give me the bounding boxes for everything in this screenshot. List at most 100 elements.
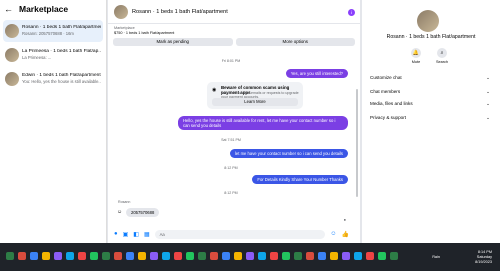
taskbar-app-icon[interactable] (366, 252, 374, 260)
taskbar-app-icon[interactable] (306, 252, 314, 260)
weather-label[interactable]: Rain (432, 255, 440, 259)
search-button[interactable]: ⌕ Search (434, 48, 450, 64)
avatar (5, 24, 19, 38)
chevron-down-icon: ⌄ (486, 89, 490, 94)
chat-panel: Rosann · 1 beds 1 bath Flat/apartment i … (108, 0, 360, 243)
panel-title: Marketplace (19, 4, 69, 14)
panel-header: ← Marketplace (0, 0, 106, 18)
details-name: Rosann · 1 beds 1 bath Flat/apartment (386, 34, 476, 40)
avatar (5, 48, 19, 62)
taskbar-app-icon[interactable] (282, 252, 290, 260)
taskbar-app-icon[interactable] (162, 252, 170, 260)
taskbar-app-icon[interactable] (138, 252, 146, 260)
message-input[interactable]: Aa (154, 229, 326, 239)
bell-icon: 🔔 (411, 48, 421, 58)
menu-privacy-support[interactable]: Privacy & support ⌄ (370, 115, 492, 120)
conversation-item[interactable]: Edwin · 1 beds 1 bath Flat/apartment You… (3, 68, 103, 90)
message-bubble-outgoing: Hello, yes the house is still available … (178, 116, 348, 131)
menu-media-files-links[interactable]: Media, files and links ⌄ (370, 101, 492, 106)
search-label: Search (435, 60, 449, 64)
timestamp: 8:12 PM (224, 191, 238, 195)
taskbar: Rain 8:14 PM Saturday 8/19/2023 (0, 243, 500, 271)
avatar: ☺ (117, 209, 123, 215)
sticker-icon[interactable]: ◧ (133, 231, 139, 238)
message-bubble-incoming: 2057570688 (126, 208, 160, 217)
back-arrow-icon[interactable]: ← (4, 4, 13, 14)
taskbar-app-icon[interactable] (66, 252, 74, 260)
message-thread: Fri 8:01 PM Yes, are you still intereste… (108, 54, 354, 224)
mute-button[interactable]: 🔔 Mute (408, 48, 424, 64)
taskbar-app-icon[interactable] (54, 252, 62, 260)
avatar[interactable] (417, 10, 439, 32)
scam-warning-card: ◉ Beware of common scams using payment a… (207, 82, 303, 109)
timestamp: Sat 7:51 PM (221, 138, 241, 142)
clock[interactable]: 8:14 PM Saturday 8/19/2023 (475, 250, 492, 265)
taskbar-app-icon[interactable] (330, 252, 338, 260)
gif-icon[interactable]: ▦ (144, 231, 150, 238)
like-icon[interactable]: 👍 (342, 231, 349, 238)
conversation-preview: Rosann: 2057570688 · 16m (22, 31, 74, 36)
taskbar-app-icon[interactable] (198, 252, 206, 260)
taskbar-app-icon[interactable] (150, 252, 158, 260)
seen-indicator-icon: ● (343, 217, 346, 222)
scrollbar[interactable] (356, 54, 359, 224)
taskbar-app-icon[interactable] (102, 252, 110, 260)
menu-customize-chat[interactable]: Customize chat ⌄ (370, 75, 492, 80)
chevron-down-icon: ⌄ (486, 101, 490, 106)
mark-pending-button[interactable]: Mark as pending (113, 38, 233, 46)
shield-icon: ◉ (212, 87, 217, 93)
avatar (5, 72, 19, 86)
taskbar-app-icon[interactable] (42, 252, 50, 260)
taskbar-app-icon[interactable] (126, 252, 134, 260)
listing-text[interactable]: $750 · 1 beds 1 bath Flat/apartment (114, 31, 354, 36)
conversation-preview: You: Hello, yes the house is still avail… (22, 79, 101, 84)
taskbar-app-icon[interactable] (114, 252, 122, 260)
taskbar-app-icon[interactable] (378, 252, 386, 260)
taskbar-app-icon[interactable] (18, 252, 26, 260)
taskbar-app-icon[interactable] (30, 252, 38, 260)
conversation-preview: La Primeesa: ... (22, 55, 52, 60)
timestamp: Fri 8:01 PM (221, 59, 241, 63)
taskbar-app-icon[interactable] (222, 252, 230, 260)
mute-label: Mute (411, 60, 421, 64)
emoji-icon[interactable]: ☺ (330, 231, 336, 237)
info-icon[interactable]: i (348, 9, 355, 16)
chat-title[interactable]: Rosann · 1 beds 1 bath Flat/apartment (132, 9, 228, 15)
taskbar-app-icon[interactable] (318, 252, 326, 260)
image-icon[interactable]: ▣ (123, 231, 129, 238)
message-bubble-outgoing: let me have your contact number so i can… (229, 149, 348, 158)
learn-more-button[interactable]: Learn More (212, 98, 298, 106)
taskbar-app-icon[interactable] (246, 252, 254, 260)
microphone-icon[interactable]: ● (114, 231, 118, 237)
timestamp: 8:12 PM (224, 166, 238, 170)
search-icon: ⌕ (437, 48, 447, 58)
taskbar-app-icon[interactable] (186, 252, 194, 260)
taskbar-app-icon[interactable] (294, 252, 302, 260)
taskbar-app-icon[interactable] (174, 252, 182, 260)
chevron-down-icon: ⌄ (486, 115, 490, 120)
message-composer: ● ▣ ◧ ▦ Aa ☺ 👍 (108, 226, 360, 242)
sender-name: Rosann (118, 200, 131, 204)
taskbar-app-icon[interactable] (210, 252, 218, 260)
taskbar-app-icon[interactable] (6, 252, 14, 260)
conversation-list-panel: ← Marketplace Rosann · 1 beds 1 bath Fla… (0, 0, 107, 243)
listing-actions: Mark as pending More options (108, 38, 360, 46)
message-bubble-outgoing: Yes, are you still interested? (285, 69, 348, 78)
taskbar-app-icon[interactable] (354, 252, 362, 260)
taskbar-app-icon[interactable] (90, 252, 98, 260)
details-panel: Rosann · 1 beds 1 bath Flat/apartment 🔔 … (362, 0, 500, 243)
message-bubble-outgoing: For Details Kindly Share Your Number Tha… (252, 175, 348, 184)
taskbar-app-icon[interactable] (234, 252, 242, 260)
menu-chat-members[interactable]: Chat members ⌄ (370, 89, 492, 94)
taskbar-app-icon[interactable] (342, 252, 350, 260)
taskbar-app-icon[interactable] (78, 252, 86, 260)
taskbar-app-icon[interactable] (258, 252, 266, 260)
more-options-button[interactable]: More options (235, 38, 355, 46)
listing-summary: Marketplace $750 · 1 beds 1 bath Flat/ap… (108, 24, 360, 38)
conversation-item[interactable]: La Primeesa · 1 beds 1 bath Flat/ap... L… (3, 44, 103, 66)
avatar[interactable] (114, 4, 128, 19)
conversation-item[interactable]: Rosann · 1 beds 1 bath Flat/apartment Ro… (3, 20, 103, 42)
chevron-down-icon: ⌄ (486, 75, 490, 80)
taskbar-app-icon[interactable] (270, 252, 278, 260)
taskbar-app-icon[interactable] (390, 252, 398, 260)
